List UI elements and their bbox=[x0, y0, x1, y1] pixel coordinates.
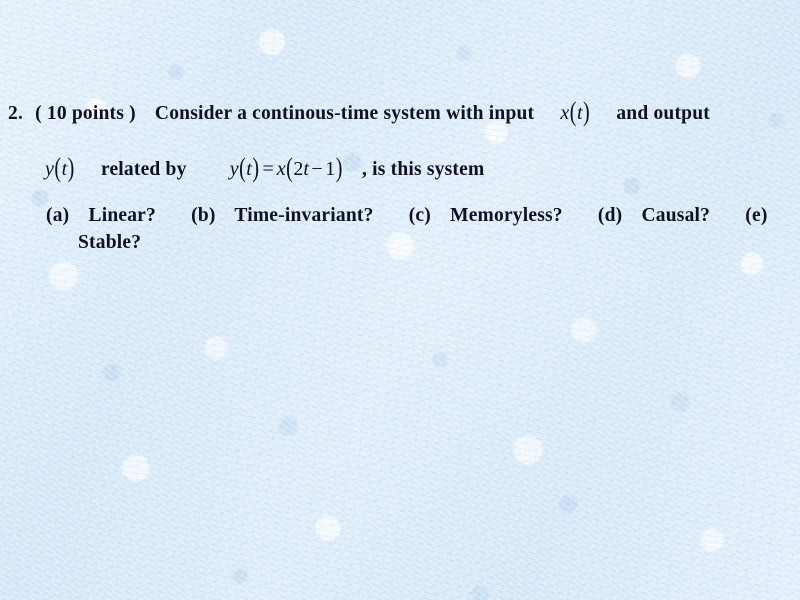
input-signal-close-paren: ) bbox=[583, 97, 590, 127]
paper-texture-wash bbox=[0, 0, 800, 600]
paper-texture-light-blotches bbox=[0, 0, 800, 600]
part-c-label: (c) bbox=[408, 205, 431, 226]
part-a-label: (a) bbox=[46, 205, 70, 226]
part-c-text: Memoryless? bbox=[450, 205, 563, 226]
system-equation: y(t) = x(2t −1) bbox=[229, 153, 343, 183]
output-signal-var: y bbox=[45, 158, 54, 180]
part-e-label: (e) bbox=[745, 205, 768, 226]
equation-rhs-arg: t bbox=[303, 158, 309, 180]
related-by-label: related by bbox=[100, 159, 187, 180]
part-b-text: Time-invariant? bbox=[234, 205, 374, 226]
part-b-label: (b) bbox=[191, 205, 216, 226]
output-signal-close-paren: ) bbox=[67, 153, 75, 183]
question-parts-line: (a) Linear? (b) Time-invariant? (c) Memo… bbox=[46, 205, 768, 227]
part-e-text: Stable? bbox=[78, 232, 142, 253]
paper-texture-blue-blotches bbox=[0, 0, 800, 600]
equation-minus-sign: − bbox=[311, 158, 323, 180]
equation-lhs-arg: t bbox=[246, 158, 252, 180]
input-signal-var: x bbox=[560, 102, 570, 124]
output-signal-arg: t bbox=[61, 158, 68, 180]
equation-equals-sign: = bbox=[262, 158, 274, 180]
question-line-1: 2. ( 10 points ) Consider a continous-ti… bbox=[8, 97, 710, 127]
question-line-2: y(t) related by y(t) = x(2t −1) , is this s… bbox=[45, 153, 485, 183]
equation-rhs-coefficient: 2 bbox=[293, 158, 304, 180]
question-number: 2. bbox=[8, 103, 24, 124]
equation-rhs-close-paren: ) bbox=[335, 153, 343, 183]
input-signal-arg: t bbox=[576, 102, 583, 124]
equation-lhs-var: y bbox=[229, 158, 239, 180]
question-prompt-after-input: and output bbox=[616, 103, 710, 124]
points-label: ( 10 points ) bbox=[35, 103, 136, 124]
part-a-text: Linear? bbox=[88, 205, 156, 226]
part-d-label: (d) bbox=[597, 205, 623, 226]
equation-lhs-close-paren: ) bbox=[252, 153, 259, 183]
input-signal-expression: x(t) bbox=[560, 97, 590, 127]
output-signal-expression: y(t) bbox=[45, 153, 75, 183]
trailing-question-text: , is this system bbox=[362, 159, 485, 180]
equation-rhs-constant: 1 bbox=[325, 158, 336, 180]
input-signal-open-paren: ( bbox=[569, 97, 577, 127]
slide-canvas: 2. ( 10 points ) Consider a continous-ti… bbox=[0, 0, 800, 600]
equation-lhs-open-paren: ( bbox=[239, 153, 246, 183]
paper-texture-fibers bbox=[0, 0, 800, 600]
equation-rhs-open-paren: ( bbox=[286, 153, 293, 183]
part-d-text: Causal? bbox=[641, 205, 711, 226]
equation-rhs-var: x bbox=[276, 158, 286, 180]
part-e-text-line: Stable? bbox=[78, 232, 141, 254]
output-signal-open-paren: ( bbox=[54, 153, 62, 183]
question-prompt-before-input: Consider a continous-time system with in… bbox=[154, 103, 535, 124]
